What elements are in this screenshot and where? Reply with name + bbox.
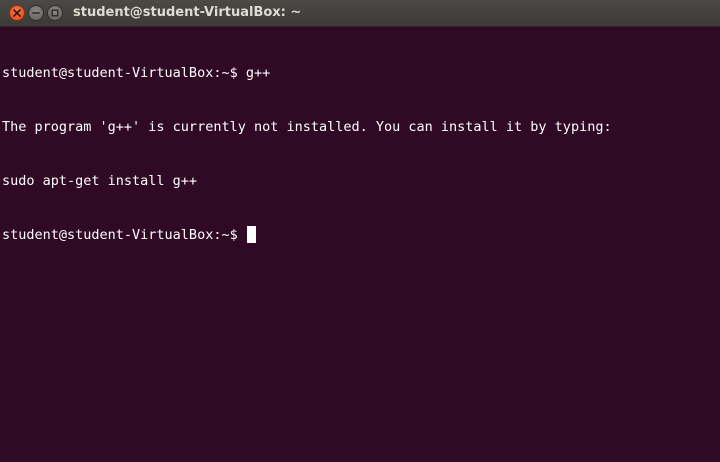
terminal-line-message: The program 'g++' is currently not insta… <box>2 119 612 135</box>
window-title: student@student-VirtualBox: ~ <box>73 5 302 20</box>
minimize-button[interactable] <box>28 5 44 21</box>
terminal-line-command: student@student-VirtualBox:~$ g++ <box>2 65 271 81</box>
maximize-button[interactable] <box>47 5 63 21</box>
title-bar[interactable]: student@student-VirtualBox: ~ <box>0 0 720 27</box>
terminal-line-suggestion: sudo apt-get install g++ <box>2 173 198 189</box>
close-icon <box>13 9 21 17</box>
close-button[interactable] <box>9 5 25 21</box>
maximize-icon <box>51 9 59 17</box>
terminal-window: student@student-VirtualBox: ~ student@st… <box>0 0 720 462</box>
terminal-output[interactable]: student@student-VirtualBox:~$ g++ The pr… <box>2 28 716 460</box>
minimize-icon <box>32 12 40 14</box>
terminal-prompt-line[interactable]: student@student-VirtualBox:~$ <box>2 226 716 244</box>
cursor <box>246 226 256 243</box>
terminal-prompt: student@student-VirtualBox:~$ <box>2 227 246 243</box>
